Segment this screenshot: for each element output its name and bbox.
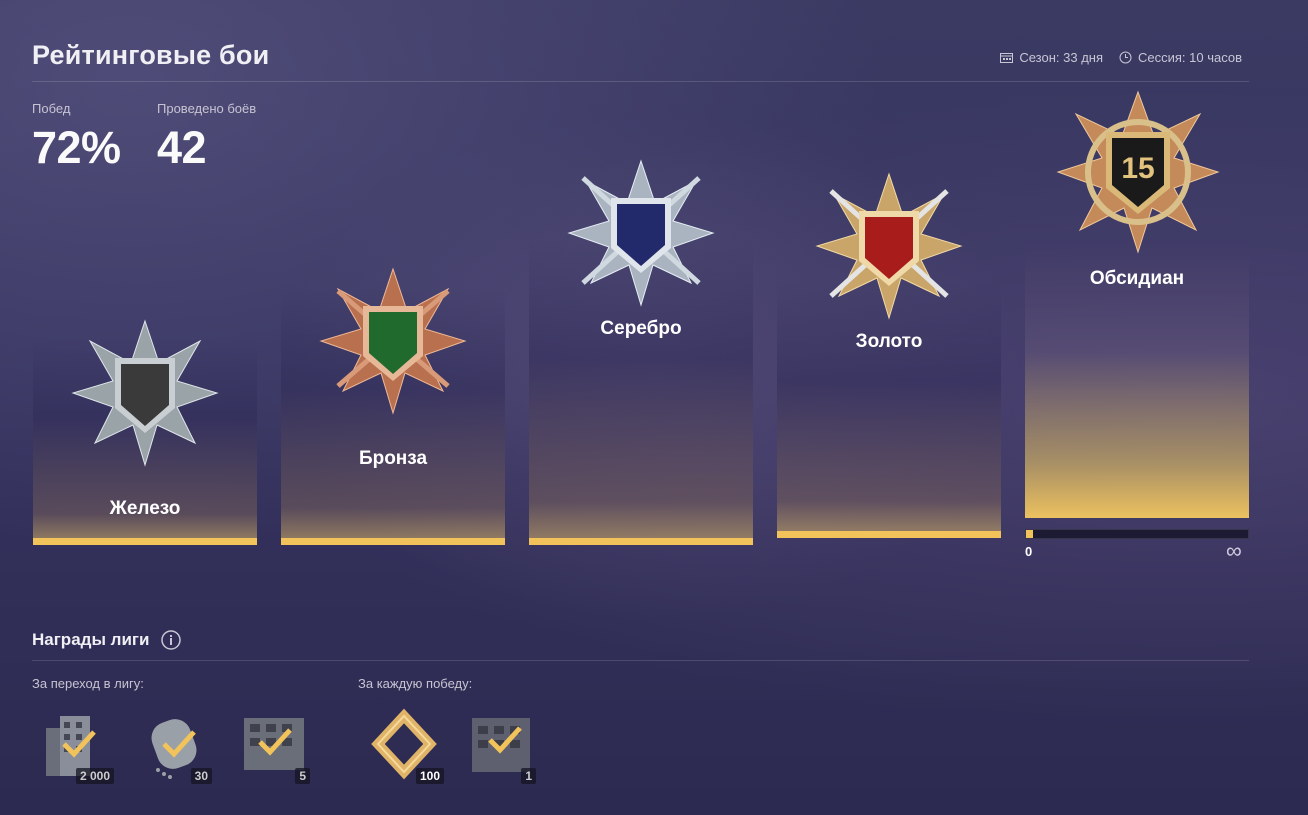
league-name-bronze: Бронза [358, 448, 428, 469]
league-name-gold: Золото [855, 331, 923, 352]
reward-count: 100 [415, 768, 444, 784]
league-progress-gold [777, 531, 1001, 538]
obsidian-rank: 15 [1121, 152, 1154, 185]
silver-league-badge-icon [567, 159, 715, 307]
header-divider [32, 81, 1249, 82]
iron-league-badge-icon [71, 319, 219, 467]
session-label: Сессия: 10 часов [1138, 50, 1242, 65]
per-win-label: За каждую победу: [358, 676, 473, 691]
reward-bonds[interactable]: 2 000 [40, 708, 118, 786]
league-bronze[interactable]: Бронза [281, 267, 505, 545]
league-progress-bronze [281, 538, 505, 545]
reward-container[interactable]: 5 [236, 708, 314, 786]
obsidian-league-badge-icon: 15 [1056, 90, 1220, 254]
wins-value: 72% [32, 122, 121, 173]
calendar-icon [1000, 53, 1014, 63]
league-gold[interactable]: Золото [777, 172, 1001, 538]
obsidian-progress-bar [1025, 529, 1249, 539]
league-silver[interactable]: Серебро [529, 159, 753, 545]
obsidian-progress-fill [1026, 530, 1033, 538]
reward-count: 5 [295, 768, 310, 784]
season-info: Сезон: 33 дня Сессия: 10 часов [1000, 50, 1242, 65]
league-iron[interactable]: Железо [33, 319, 257, 545]
league-progress-silver [529, 538, 753, 545]
reward-count: 1 [521, 768, 536, 784]
reward-crate[interactable]: 1 [462, 708, 540, 786]
battles-label: Проведено боёв [157, 101, 257, 116]
info-icon[interactable] [161, 630, 182, 650]
rewards-divider [32, 660, 1249, 661]
wins-label: Побед [32, 101, 71, 116]
league-progress-iron [33, 538, 257, 545]
progress-max-label: ∞ [1226, 538, 1242, 563]
rewards-section: Награды лиги [32, 630, 182, 650]
reward-count: 30 [190, 768, 212, 784]
league-name-iron: Железо [109, 498, 181, 519]
rewards-title: Награды лиги [32, 630, 150, 649]
gold-league-badge-icon [815, 172, 963, 320]
league-name-obsidian: Обсидиан [1089, 268, 1185, 289]
page-title: Рейтинговые бои [32, 40, 270, 70]
wins-stat: Побед 72% [32, 101, 121, 174]
battles-stat: Проведено боёв 42 [157, 101, 256, 174]
reward-gold[interactable]: 100 [370, 708, 448, 786]
season-timer: Сезон: 33 дня [1000, 50, 1103, 65]
reward-dog-tag[interactable]: 30 [138, 708, 216, 786]
bronze-league-badge-icon [319, 267, 467, 415]
league-name-silver: Серебро [600, 318, 682, 339]
promotion-label: За переход в лигу: [32, 676, 144, 691]
battles-value: 42 [157, 122, 207, 173]
progress-min-label: 0 [1025, 544, 1033, 559]
season-label: Сезон: 33 дня [1019, 50, 1103, 65]
clock-icon [1119, 51, 1132, 64]
session-timer: Сессия: 10 часов [1119, 50, 1242, 65]
reward-count: 2 000 [75, 768, 114, 784]
